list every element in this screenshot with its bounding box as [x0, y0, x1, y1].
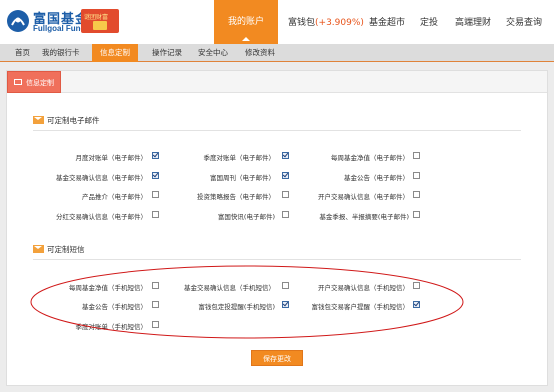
- nav-fuqianbao[interactable]: 富钱包(+3.909%): [288, 15, 364, 28]
- nav-fuqianbao-rate: (+3.909%): [315, 18, 364, 28]
- email-section-title: 可定制电子邮件: [47, 116, 100, 125]
- subnav-bank-cards[interactable]: 我的银行卡: [42, 47, 80, 58]
- nav-my-account[interactable]: 我的账户: [214, 0, 278, 44]
- email-option-checkbox[interactable]: [413, 211, 420, 218]
- panel-header: [7, 71, 547, 93]
- sms-option-label: 季度对账单（手机短信）: [75, 323, 148, 331]
- sms-option-checkbox[interactable]: [152, 321, 159, 328]
- fullgoal-logo-icon[interactable]: [6, 9, 30, 33]
- subnav-home[interactable]: 首页: [15, 47, 30, 58]
- email-option-checkbox[interactable]: [152, 172, 159, 179]
- email-option-label: 富国快讯(电子邮件): [217, 213, 275, 221]
- email-option-checkbox[interactable]: [282, 211, 289, 218]
- top-header: 富国基金 Fullgoal Fund 谜团财富 我的账户 富钱包(+3.909%…: [0, 0, 554, 44]
- panel-tab-info-custom[interactable]: 信息定制: [7, 71, 61, 93]
- promo-text: 谜团财富: [84, 14, 109, 21]
- sms-option-checkbox[interactable]: [152, 301, 159, 308]
- email-option-label: 产品推介（电子邮件）: [82, 193, 147, 201]
- sms-option-label: 富钱包定投提醒(手机短信): [198, 303, 275, 311]
- sms-section-title: 可定制短信: [47, 245, 85, 254]
- save-changes-label: 保存更改: [263, 355, 291, 363]
- email-option-checkbox[interactable]: [413, 152, 420, 159]
- promo-banner[interactable]: 谜团财富: [81, 9, 119, 33]
- subnav-edit-profile[interactable]: 修改资料: [245, 47, 275, 58]
- brand-name-en: Fullgoal Fund: [33, 24, 86, 33]
- sms-option-checkbox[interactable]: [282, 282, 289, 289]
- email-option-label: 季度对账单（电子邮件）: [203, 154, 276, 162]
- nav-premium-wealth[interactable]: 高端理财: [455, 15, 491, 28]
- email-option-checkbox[interactable]: [282, 172, 289, 179]
- email-option-label: 富国周刊（电子邮件）: [210, 174, 275, 182]
- panel-tab-label: 信息定制: [26, 79, 54, 87]
- save-changes-button[interactable]: 保存更改: [251, 350, 303, 366]
- email-option-label: 基金公告（电子邮件）: [344, 174, 409, 182]
- email-option-label: 开户交易确认信息（电子邮件）: [318, 193, 409, 201]
- email-option-checkbox[interactable]: [282, 191, 289, 198]
- email-option-checkbox[interactable]: [282, 152, 289, 159]
- sms-option-checkbox[interactable]: [152, 282, 159, 289]
- sms-option-label: 基金公告（手机短信）: [82, 303, 147, 311]
- subnav-info-custom[interactable]: 信息定制: [92, 44, 138, 62]
- sub-navigation: [0, 44, 554, 62]
- sms-option-checkbox[interactable]: [282, 301, 289, 308]
- email-option-checkbox[interactable]: [413, 172, 420, 179]
- sms-option-label: 富钱包交易客户提醒（手机短信）: [311, 303, 410, 311]
- nav-fuqianbao-label: 富钱包: [288, 18, 316, 28]
- caret-up-icon: [242, 37, 250, 41]
- email-option-label: 投资策略报告（电子邮件）: [197, 193, 275, 201]
- divider: [33, 259, 521, 260]
- sms-option-label: 基金交易确认信息（手机短信）: [184, 284, 275, 292]
- nav-my-account-label: 我的账户: [227, 17, 264, 27]
- nav-fund-market[interactable]: 基金超市: [369, 15, 405, 28]
- email-option-checkbox[interactable]: [152, 211, 159, 218]
- nav-auto-invest[interactable]: 定投: [420, 15, 438, 28]
- envelope-icon: [33, 245, 44, 253]
- email-option-checkbox[interactable]: [152, 191, 159, 198]
- subnav-info-custom-label: 信息定制: [100, 48, 130, 57]
- envelope-icon: [33, 116, 44, 124]
- email-option-checkbox[interactable]: [152, 152, 159, 159]
- divider: [33, 130, 521, 131]
- gift-icon: [93, 21, 107, 30]
- email-option-label: 分红交易确认信息（电子邮件）: [56, 213, 147, 221]
- sms-option-label: 开户交易确认信息（手机短信）: [318, 284, 409, 292]
- sms-option-label: 每周基金净值（手机短信）: [69, 284, 147, 292]
- info-custom-panel: 信息定制 可定制电子邮件 月度对账单（电子邮件） 季度对账单（电子邮件） 每周基…: [6, 70, 548, 386]
- sms-option-checkbox[interactable]: [413, 282, 420, 289]
- sms-option-checkbox[interactable]: [413, 301, 420, 308]
- subnav-operation-log[interactable]: 操作记录: [152, 47, 182, 58]
- email-option-label: 每周基金净值（电子邮件）: [331, 154, 409, 162]
- nav-transaction-query[interactable]: 交易查询: [506, 15, 542, 28]
- email-option-checkbox[interactable]: [413, 191, 420, 198]
- subnav-security-center[interactable]: 安全中心: [198, 47, 228, 58]
- email-option-label: 基金季报、半报摘要(电子邮件): [319, 213, 409, 221]
- card-icon: [14, 79, 22, 85]
- email-option-label: 月度对账单（电子邮件）: [75, 154, 148, 162]
- email-option-label: 基金交易确认信息（电子邮件）: [56, 174, 147, 182]
